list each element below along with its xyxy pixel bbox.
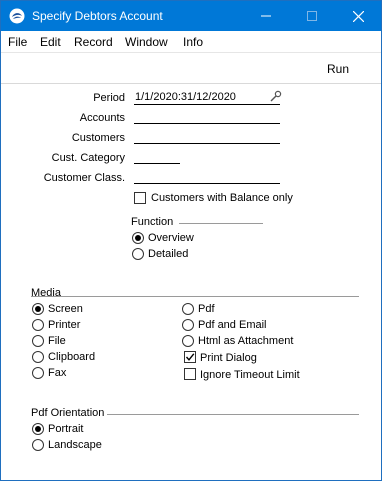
period-field[interactable]: 1/1/2020:31/12/2020 [134,91,280,105]
window-title: Specify Debtors Account [32,9,163,23]
cust-category-field[interactable] [134,150,180,164]
close-icon[interactable] [335,1,381,31]
toolbar: Run [1,52,381,84]
customer-class-field[interactable] [134,170,280,184]
media-printer-label[interactable]: Printer [48,319,80,331]
accounts-label: Accounts [79,112,125,124]
function-divider [179,223,263,224]
pdf-orientation-title: Pdf Orientation [31,407,105,419]
media-fax-label[interactable]: Fax [48,367,66,379]
menu-edit[interactable]: Edit [40,35,61,49]
orientation-portrait-radio[interactable] [32,423,44,435]
print-dialog-label[interactable]: Print Dialog [200,352,257,364]
title-bar[interactable]: Specify Debtors Account [1,1,381,31]
media-screen-label[interactable]: Screen [48,303,83,315]
orientation-portrait-label[interactable]: Portrait [48,423,83,435]
pdf-orientation-divider [107,414,359,415]
media-pdf-email-label[interactable]: Pdf and Email [198,319,266,331]
menu-record[interactable]: Record [74,35,113,49]
balance-only-label[interactable]: Customers with Balance only [151,192,293,204]
ignore-timeout-checkbox[interactable] [184,368,196,380]
period-value: 1/1/2020:31/12/2020 [135,91,236,103]
customers-field[interactable] [134,130,280,144]
menu-info[interactable]: Info [183,35,203,49]
function-detailed-label[interactable]: Detailed [148,248,188,260]
accounts-field[interactable] [134,110,280,124]
media-html-attachment-label[interactable]: Html as Attachment [198,335,293,347]
period-label: Period [93,92,125,104]
orientation-landscape-label[interactable]: Landscape [48,439,102,451]
print-dialog-checkbox[interactable] [184,351,196,363]
function-detailed-radio[interactable] [132,248,144,260]
maximize-icon[interactable] [289,1,335,31]
media-clipboard-label[interactable]: Clipboard [48,351,95,363]
run-button[interactable]: Run [327,62,349,76]
report-window: Specify Debtors Account File Edit Record… [0,0,382,481]
media-html-attachment-radio[interactable] [182,335,194,347]
balance-only-checkbox[interactable] [134,192,146,204]
media-fax-radio[interactable] [32,367,44,379]
minimize-icon[interactable] [243,1,289,31]
menu-bar: File Edit Record Window Info [1,31,381,52]
media-clipboard-radio[interactable] [32,351,44,363]
function-overview-radio[interactable] [132,232,144,244]
menu-file[interactable]: File [8,35,27,49]
customers-label: Customers [71,132,125,144]
media-pdf-radio[interactable] [182,303,194,315]
function-overview-label[interactable]: Overview [148,232,194,244]
media-divider [31,296,359,297]
ignore-timeout-label[interactable]: Ignore Timeout Limit [200,369,300,381]
media-pdf-label[interactable]: Pdf [198,303,215,315]
media-file-label[interactable]: File [48,335,66,347]
media-file-radio[interactable] [32,335,44,347]
media-screen-radio[interactable] [32,303,44,315]
media-title: Media [31,287,61,299]
media-pdf-email-radio[interactable] [182,319,194,331]
customer-class-label: Customer Class. [43,172,125,184]
cust-category-label: Cust. Category [51,152,125,164]
media-printer-radio[interactable] [32,319,44,331]
app-logo-icon [9,8,25,24]
function-title: Function [131,216,174,228]
paste-special-icon[interactable] [268,90,282,102]
menu-window[interactable]: Window [125,35,168,49]
orientation-landscape-radio[interactable] [32,439,44,451]
